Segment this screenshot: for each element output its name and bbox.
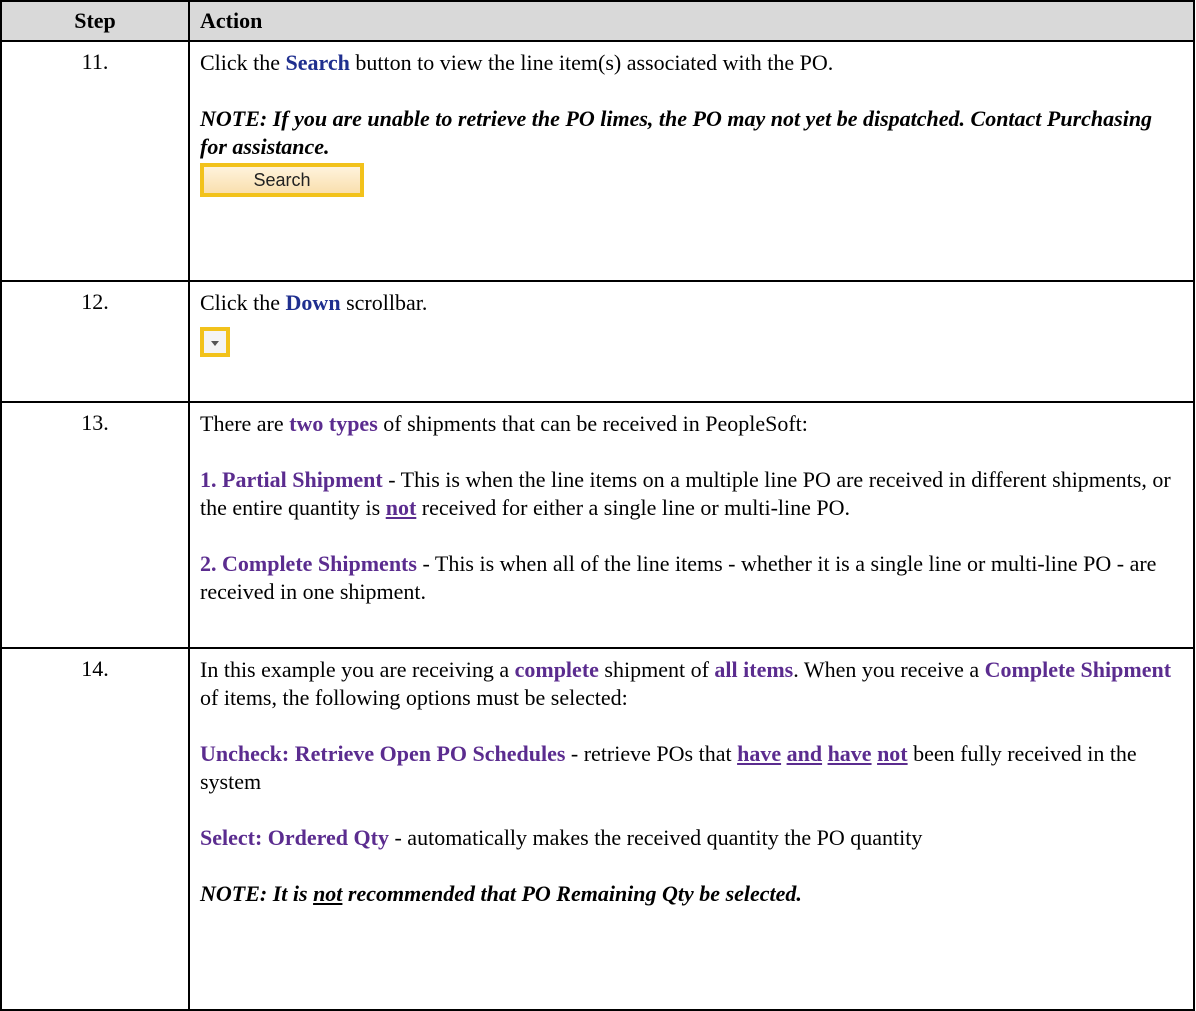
intro-text: There are two types of shipments that ca…	[200, 410, 1183, 438]
text: . When you receive a	[793, 657, 985, 682]
underlined-text: not	[385, 495, 417, 520]
text: In this example you are receiving a	[200, 657, 515, 682]
text: Click the	[200, 50, 286, 75]
text: NOTE: It is	[200, 881, 314, 906]
table-row: 11. Click the Search button to view the …	[0, 40, 1195, 282]
text: received for either a single line or mul…	[416, 495, 851, 520]
text: of shipments that can be received in Peo…	[377, 411, 808, 436]
document-page: Step Action 11. Click the Search button …	[0, 0, 1196, 1011]
action-cell: Click the Search button to view the line…	[188, 40, 1195, 282]
text: - automatically makes the received quant…	[388, 825, 923, 850]
action-cell: In this example you are receiving a comp…	[188, 647, 1195, 1011]
step-number: 14.	[0, 647, 190, 1011]
note-text: NOTE: It is not recommended that PO Rema…	[200, 880, 1183, 908]
underlined-text: have	[827, 741, 872, 766]
partial-shipment-text: 1. Partial Shipment - This is when the l…	[200, 466, 1183, 522]
text: shipment of	[598, 657, 715, 682]
highlight-text: Complete Shipment	[984, 657, 1172, 682]
step-number: 13.	[0, 401, 190, 649]
highlight-text: 2. Complete Shipments	[200, 551, 417, 576]
text: of items, the following options must be …	[200, 685, 628, 710]
underlined-text: have	[737, 741, 782, 766]
highlight-text: all items	[714, 657, 794, 682]
text: button to view the line item(s) associat…	[349, 50, 834, 75]
text: recommended that PO Remaining Qty be sel…	[342, 881, 802, 906]
note-text: NOTE: If you are unable to retrieve the …	[200, 106, 1153, 159]
highlight-text: 1. Partial Shipment	[200, 467, 383, 492]
underlined-text: not	[877, 741, 908, 766]
text: scrollbar.	[340, 290, 428, 315]
highlight-text: two types	[289, 411, 378, 436]
underlined-text: and	[786, 741, 823, 766]
text: - retrieve POs that	[565, 741, 738, 766]
action-cell: Click the Down scrollbar.	[188, 280, 1195, 403]
instruction-text: Click the Search button to view the line…	[200, 49, 1183, 77]
table-header-row: Step Action	[0, 0, 1195, 42]
scroll-down-button[interactable]	[200, 327, 230, 357]
header-action: Action	[188, 0, 1195, 42]
highlight-text: Select: Ordered Qty	[200, 825, 389, 850]
action-cell: There are two types of shipments that ca…	[188, 401, 1195, 649]
select-option-text: Select: Ordered Qty - automatically make…	[200, 824, 1183, 852]
step-number: 11.	[0, 40, 190, 282]
step-number: 12.	[0, 280, 190, 403]
search-keyword: Search	[285, 50, 350, 75]
steps-table: Step Action 11. Click the Search button …	[0, 0, 1195, 1011]
text: There are	[200, 411, 290, 436]
down-keyword: Down	[285, 290, 341, 315]
highlight-text: Uncheck: Retrieve Open PO Schedules	[200, 741, 566, 766]
instruction-text: Click the Down scrollbar.	[200, 289, 1183, 317]
table-row: 12. Click the Down scrollbar.	[0, 280, 1195, 403]
complete-shipment-text: 2. Complete Shipments - This is when all…	[200, 550, 1183, 606]
intro-text: In this example you are receiving a comp…	[200, 656, 1183, 712]
header-step: Step	[0, 0, 190, 42]
table-row: 13. There are two types of shipments tha…	[0, 401, 1195, 649]
table-row: 14. In this example you are receiving a …	[0, 647, 1195, 1011]
highlight-text: complete	[514, 657, 599, 682]
uncheck-option-text: Uncheck: Retrieve Open PO Schedules - re…	[200, 740, 1183, 796]
search-button[interactable]: Search	[200, 163, 364, 197]
underlined-text: not	[313, 881, 343, 906]
chevron-down-icon	[211, 341, 219, 346]
text: Click the	[200, 290, 286, 315]
